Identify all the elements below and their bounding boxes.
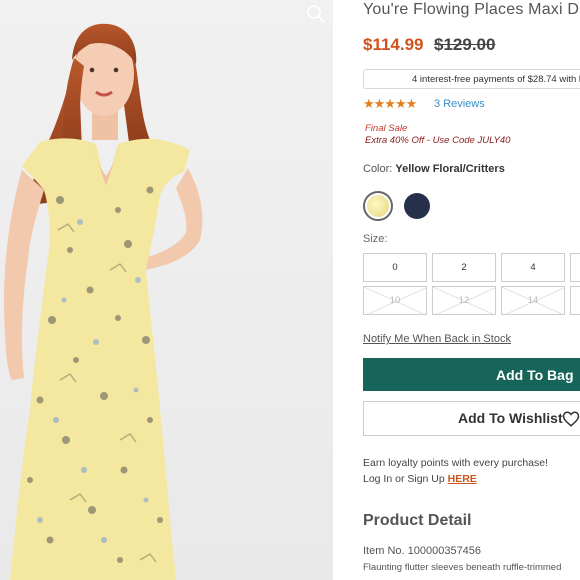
- sale-price: $114.99: [363, 35, 424, 54]
- color-swatch-navy[interactable]: [404, 193, 430, 219]
- reviews-link[interactable]: 3 Reviews: [434, 98, 485, 110]
- loyalty-login-line: Log In or Sign Up HERE: [363, 473, 477, 485]
- size-label-14: 14: [527, 295, 539, 306]
- product-title: You're Flowing Places Maxi D: [363, 1, 580, 18]
- heart-icon: [562, 411, 580, 427]
- color-label-text: Color:: [363, 163, 393, 175]
- promo-code-text: Extra 40% Off - Use Code JULY40: [365, 135, 511, 146]
- add-to-wishlist-button[interactable]: Add To Wishlist: [363, 401, 580, 436]
- loyalty-login-text: Log In or Sign Up: [363, 473, 448, 485]
- size-option-partial[interactable]: [570, 253, 580, 282]
- size-option-partial-unavailable[interactable]: [570, 286, 580, 315]
- zoom-icon[interactable]: [306, 4, 326, 24]
- installments-banner[interactable]: 4 interest-free payments of $28.74 with …: [363, 69, 580, 89]
- size-option-14-unavailable[interactable]: 14: [501, 286, 565, 315]
- loyalty-here-link[interactable]: HERE: [448, 473, 477, 485]
- loyalty-message: Earn loyalty points with every purchase!: [363, 457, 549, 469]
- selected-color-name: Yellow Floral/Critters: [395, 163, 505, 175]
- size-option-4[interactable]: 4: [501, 253, 565, 282]
- star-rating-icon: ★★★★★: [363, 96, 417, 111]
- product-description: Flaunting flutter sleeves beneath ruffle…: [363, 562, 562, 573]
- product-info-panel: You're Flowing Places Maxi D $114.99 $12…: [363, 0, 580, 580]
- add-to-bag-button[interactable]: Add To Bag: [363, 358, 580, 391]
- notify-back-in-stock-link[interactable]: Notify Me When Back in Stock: [363, 333, 511, 345]
- size-option-2[interactable]: 2: [432, 253, 496, 282]
- size-option-10-unavailable[interactable]: 10: [363, 286, 427, 315]
- installments-text: 4 interest-free payments of $28.74 with: [412, 74, 579, 85]
- size-label-10: 10: [389, 295, 401, 306]
- size-option-12-unavailable[interactable]: 12: [432, 286, 496, 315]
- size-label-12: 12: [458, 295, 470, 306]
- color-swatch-yellow[interactable]: [363, 191, 393, 221]
- original-price: $129.00: [434, 35, 496, 54]
- size-option-0[interactable]: 0: [363, 253, 427, 282]
- product-detail-heading: Product Detail: [363, 512, 472, 529]
- final-sale-label: Final Sale: [365, 123, 408, 134]
- add-to-wishlist-label: Add To Wishlist: [458, 410, 563, 426]
- product-image[interactable]: [0, 0, 333, 580]
- color-label: Color: Yellow Floral/Critters: [363, 163, 505, 175]
- size-label: Size:: [363, 233, 388, 245]
- item-number: Item No. 100000357456: [363, 545, 482, 557]
